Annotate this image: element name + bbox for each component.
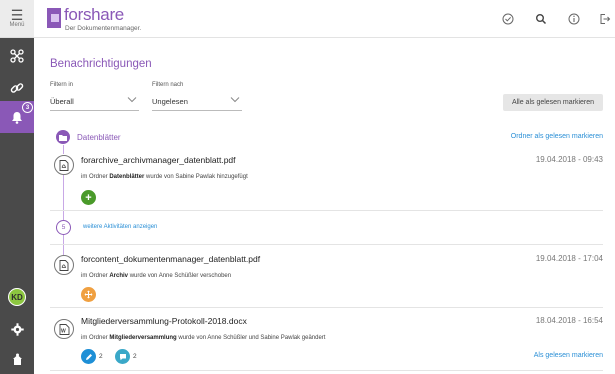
logo-name: forshare [64, 5, 124, 24]
info-icon[interactable] [567, 12, 581, 26]
folder-icon [56, 130, 70, 144]
word-file-icon: W [54, 319, 74, 339]
chevron-down-icon [127, 97, 137, 103]
forshare-logo-icon [47, 8, 61, 28]
pdf-file-icon [54, 255, 74, 275]
logo-subtitle: Der Dokumentenmanager. [65, 25, 142, 32]
pdf-file-icon [54, 155, 74, 175]
mark-read-link[interactable]: Als gelesen markieren [534, 352, 603, 359]
menu-button[interactable]: ☰ Menü [0, 0, 34, 38]
svg-text:W: W [61, 328, 66, 334]
sidebar-item-network[interactable] [0, 40, 34, 72]
timeline-line [63, 175, 64, 220]
filter-in-label: Filtern in [50, 82, 74, 88]
bell-icon [12, 111, 22, 124]
comment-icon [115, 349, 130, 364]
filter-by-label: Filtern nach [152, 82, 184, 88]
edit-count: 2 [99, 353, 103, 360]
divider [50, 307, 603, 308]
sidebar-item-sync[interactable] [0, 343, 34, 374]
mark-folder-read-link[interactable]: Ordner als gelesen markieren [511, 133, 603, 140]
sidebar: ☰ Menü 3 KD [0, 0, 34, 374]
mark-all-read-button[interactable]: Alle als gelesen markieren [503, 94, 603, 111]
timestamp: 19.04.2018 - 17:04 [535, 254, 603, 263]
filter-in-select[interactable]: Überall [50, 92, 139, 111]
hamburger-icon: ☰ [10, 7, 24, 23]
app-header: forshare Der Dokumentenmanager. [34, 0, 615, 38]
folder-name[interactable]: Datenblätter [77, 133, 121, 142]
gear-icon [10, 322, 24, 336]
activity-description: im Ordner Mitgliederversammlung wurde vo… [81, 335, 326, 341]
divider [50, 370, 603, 371]
notification-badge: 3 [22, 102, 33, 113]
sidebar-item-links[interactable] [0, 72, 34, 104]
timestamp: 19.04.2018 - 09:43 [535, 155, 603, 164]
link-icon [10, 83, 24, 93]
sidebar-item-settings[interactable] [0, 313, 34, 345]
timeline-line [63, 145, 64, 154]
timestamp: 18.04.2018 - 16:54 [535, 316, 603, 325]
file-name[interactable]: Mitgliederversammlung-Protokoll-2018.doc… [81, 316, 247, 326]
folder-header: Datenblätter Ordner als gelesen markiere… [50, 129, 603, 147]
filter-by-value: Ungelesen [152, 97, 188, 106]
more-count-badge: 5 [56, 220, 71, 235]
chevron-down-icon [230, 97, 240, 103]
activity-description: im Ordner Archiv wurde von Anne Schüßler… [81, 273, 232, 279]
notifications-panel: Benachrichtigungen Filtern in Überall Fi… [34, 39, 615, 374]
check-circle-icon[interactable] [501, 12, 515, 26]
divider [50, 210, 603, 211]
menu-label: Menü [9, 22, 25, 28]
network-icon [10, 49, 24, 63]
avatar: KD [8, 288, 26, 306]
comment-count: 2 [133, 353, 137, 360]
page-title: Benachrichtigungen [50, 58, 152, 70]
logout-icon[interactable] [598, 12, 612, 26]
filter-in-value: Überall [50, 97, 74, 106]
file-name[interactable]: forarchive_archivmanager_datenblatt.pdf [81, 155, 236, 165]
timeline-line [63, 235, 64, 255]
divider [50, 244, 603, 245]
move-icon [81, 287, 96, 302]
sidebar-item-notifications[interactable]: 3 [0, 101, 34, 133]
file-name[interactable]: forcontent_dokumentenmanager_datenblatt.… [81, 254, 260, 264]
filter-by-select[interactable]: Ungelesen [152, 92, 242, 111]
activity-description: im Ordner Datenblätter wurde von Sabine … [81, 174, 248, 180]
pencil-icon [81, 349, 96, 364]
sync-icon [12, 353, 22, 365]
search-icon[interactable] [534, 12, 548, 26]
plus-icon: + [81, 190, 96, 205]
show-more-activities-link[interactable]: weitere Aktivitäten anzeigen [83, 224, 157, 230]
sidebar-item-profile[interactable]: KD [0, 281, 34, 313]
